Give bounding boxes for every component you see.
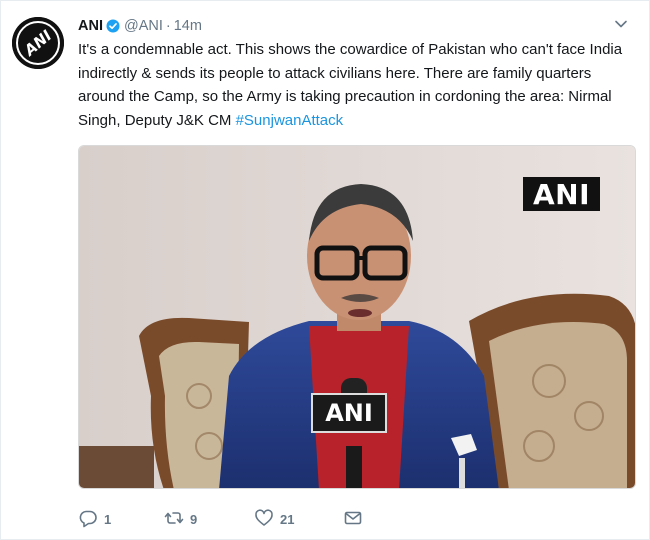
display-name[interactable]: ANI	[78, 18, 103, 34]
handle[interactable]: @ANI	[124, 18, 163, 34]
ani-logo: ANI	[12, 17, 64, 69]
separator-dot: ·	[165, 18, 171, 34]
tweet-header: ANI @ANI · 14m	[78, 16, 629, 36]
like-icon	[254, 508, 274, 531]
tweet-card[interactable]: ANI ANI @ANI · 14m It's a condemnable ac…	[0, 0, 650, 540]
reply-count: 1	[104, 511, 112, 527]
direct-message-icon	[343, 508, 363, 531]
retweet-icon	[164, 508, 184, 531]
tweet-text: It's a condemnable act. This shows the c…	[78, 38, 636, 132]
tweet-actions: 1 9 21	[78, 507, 478, 531]
avatar[interactable]: ANI	[12, 17, 64, 69]
verified-icon	[106, 19, 120, 33]
like-button[interactable]: 21	[254, 508, 294, 531]
like-count: 21	[280, 511, 295, 527]
media-watermark: ANI	[523, 177, 600, 211]
reply-button[interactable]: 1	[78, 508, 111, 531]
reply-icon	[78, 508, 98, 531]
tweet-media[interactable]: ANI ANI	[78, 145, 636, 489]
timestamp[interactable]: 14m	[174, 18, 202, 34]
retweet-count: 9	[190, 511, 198, 527]
hashtag-link[interactable]: #SunjwanAttack	[236, 112, 344, 129]
direct-message-button[interactable]	[343, 508, 363, 531]
microphone-flag: ANI	[311, 393, 387, 433]
tweet-body: It's a condemnable act. This shows the c…	[78, 41, 623, 129]
retweet-button[interactable]: 9	[164, 508, 197, 531]
caret-down-icon[interactable]	[613, 16, 629, 32]
